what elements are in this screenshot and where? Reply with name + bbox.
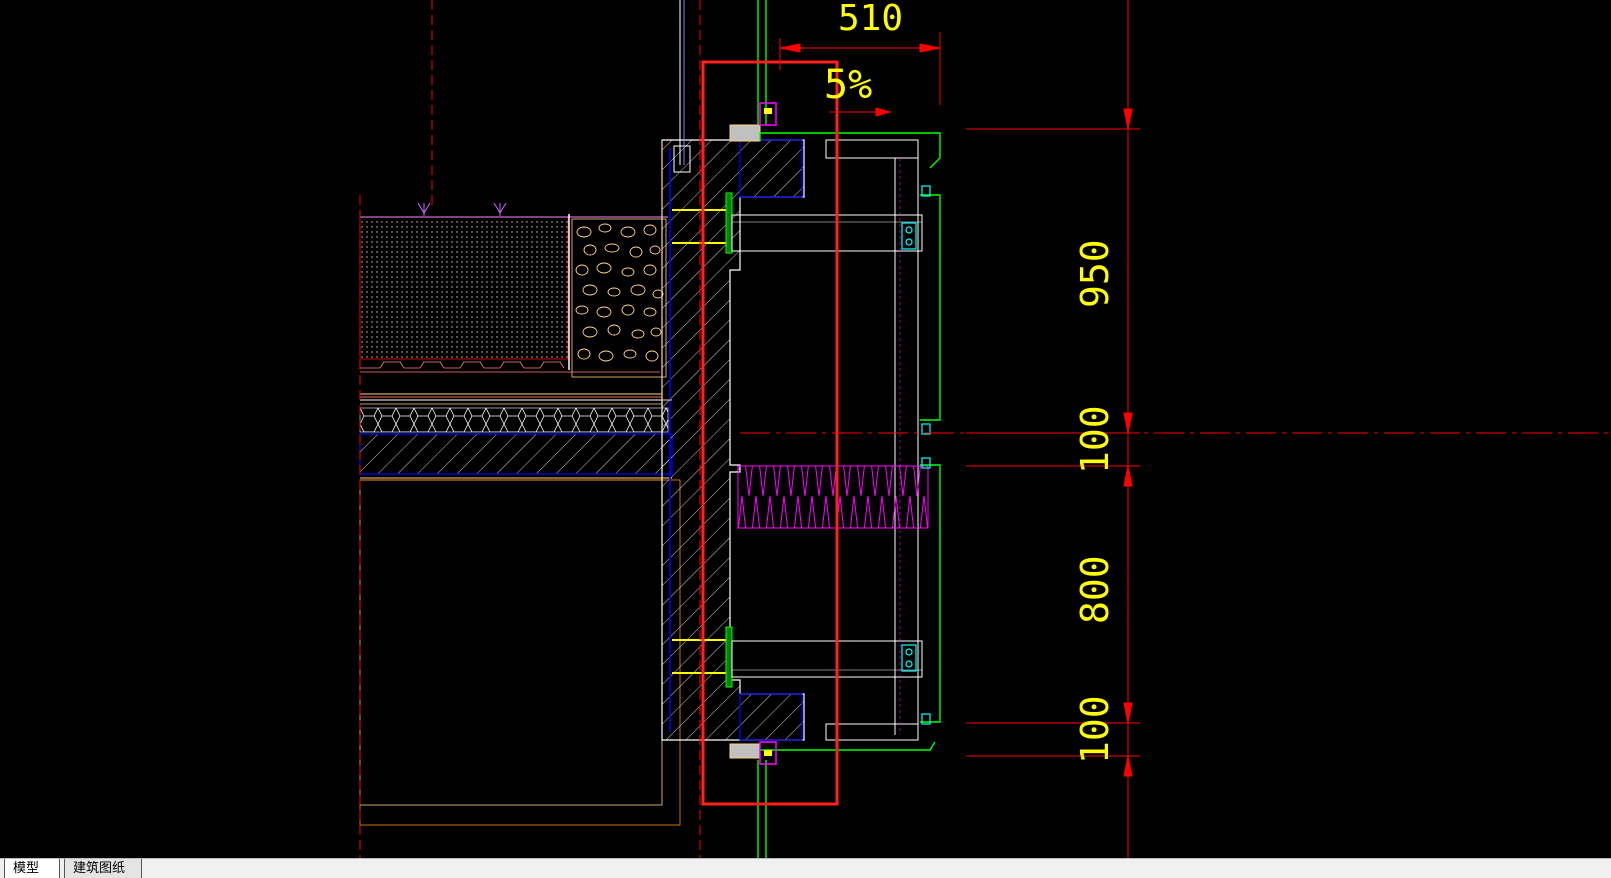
tab-architectural-drawing[interactable]: 建筑图纸 xyxy=(64,859,142,878)
gravel-layer xyxy=(571,218,667,378)
rock-wool-insulation xyxy=(737,465,929,529)
dim-text-100-upper: 100 xyxy=(1073,405,1117,474)
dim-text-slope: 5% xyxy=(824,62,872,108)
dim-text-950: 950 xyxy=(1073,239,1117,308)
soil-layer xyxy=(359,216,569,360)
sealant-bottom xyxy=(729,743,761,759)
layout-tab-bar: 模型 建筑图纸 xyxy=(0,858,1611,878)
dim-text-100-lower: 100 xyxy=(1073,695,1117,764)
cad-drawing-canvas[interactable]: 510 5% 950 100 800 100 xyxy=(0,0,1611,858)
concrete-slab xyxy=(359,433,673,475)
foam-insulation xyxy=(359,407,669,433)
drawing-background xyxy=(0,0,1611,858)
dim-text-800: 800 xyxy=(1073,555,1117,624)
sealant-top xyxy=(729,124,761,142)
dim-text-510: 510 xyxy=(838,0,903,39)
tab-model[interactable]: 模型 xyxy=(4,859,60,878)
